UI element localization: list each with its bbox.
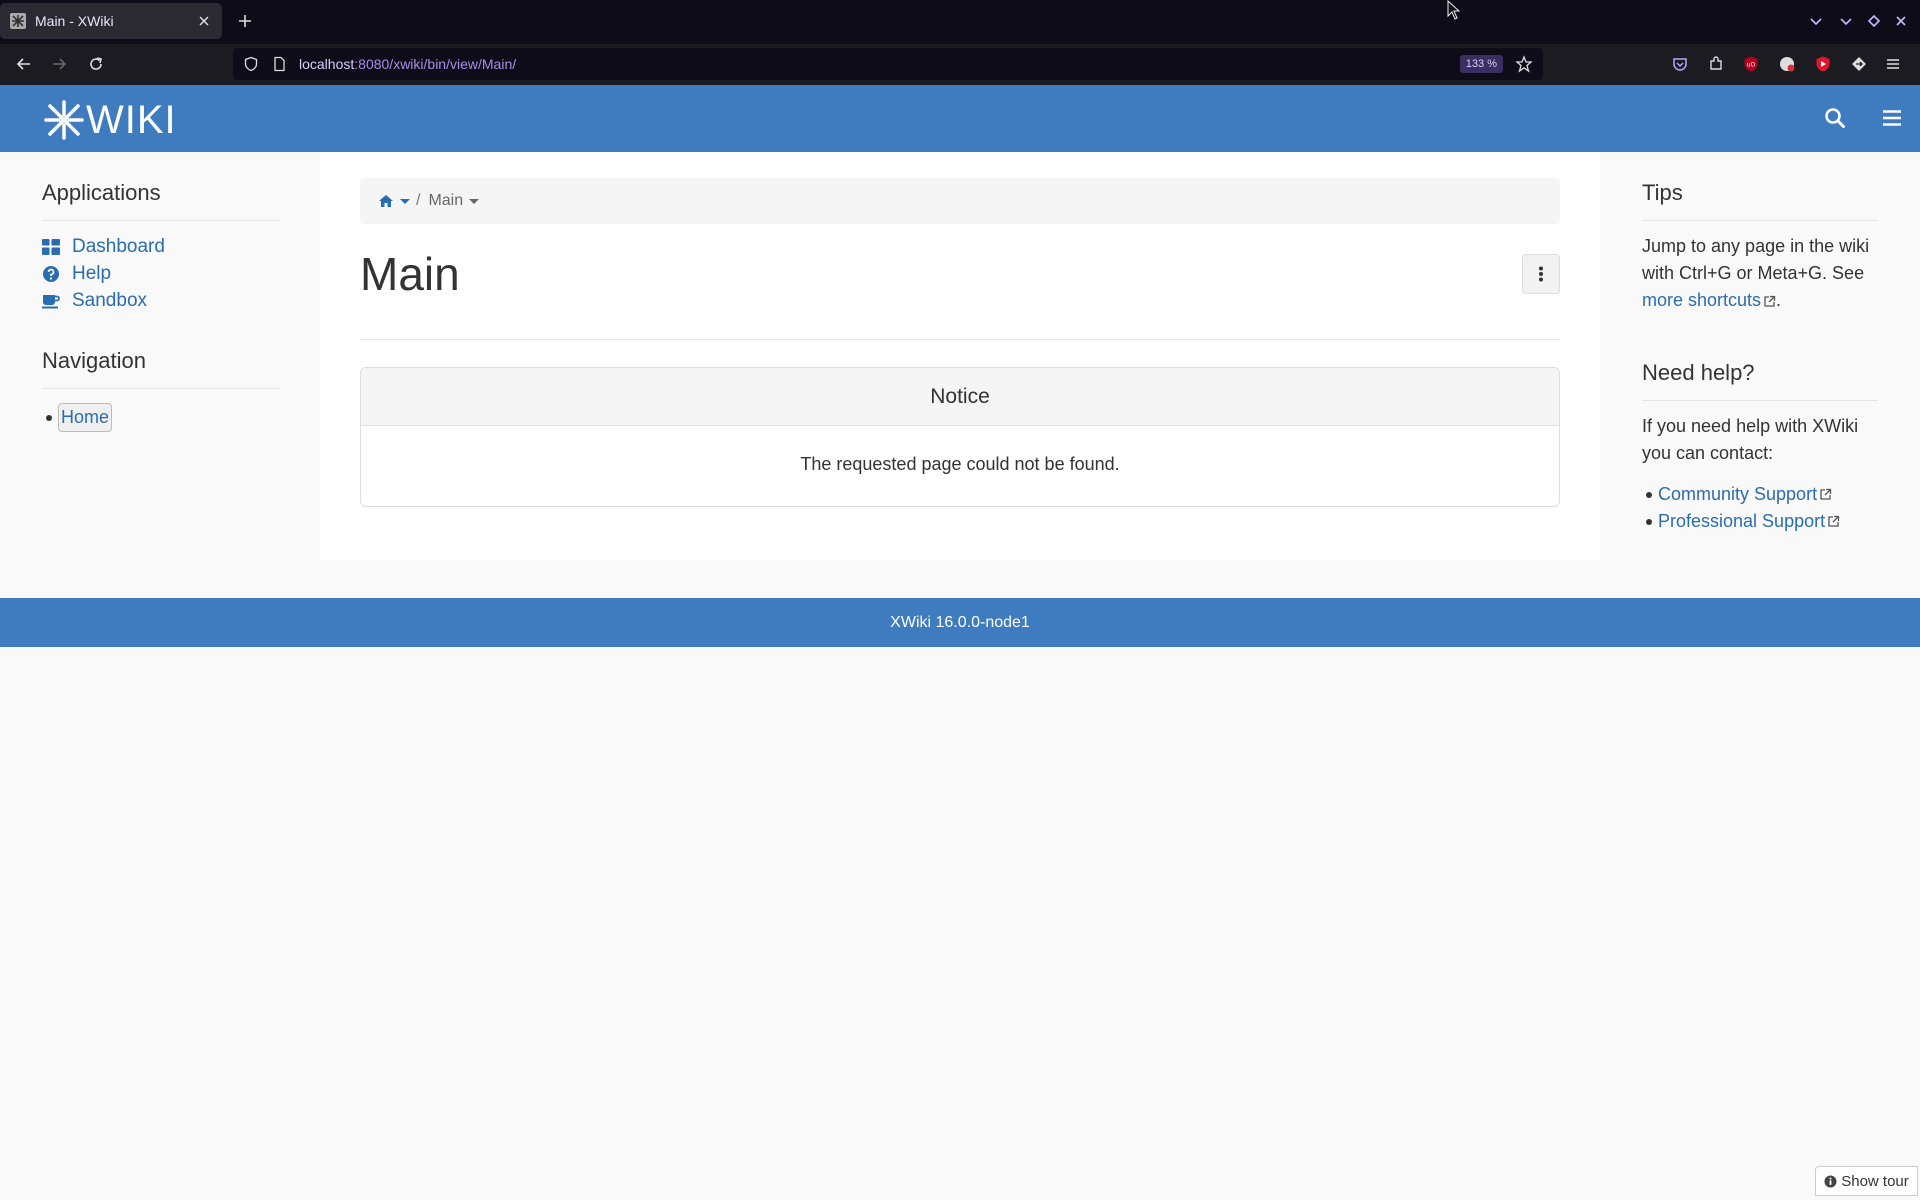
breadcrumb-separator: / [416, 192, 421, 209]
applications-list: Dashboard Help Sandbox [42, 221, 280, 314]
browser-tab-bar: Main - XWiki [0, 0, 1920, 44]
community-support-link[interactable]: Community Support [1658, 484, 1817, 505]
chevron-down-icon[interactable] [398, 194, 412, 208]
home-link[interactable]: Home [58, 403, 113, 432]
more-shortcuts-link[interactable]: more shortcuts [1642, 290, 1761, 310]
page-title: Main [360, 248, 460, 300]
tab-title: Main - XWiki [35, 13, 114, 29]
notice-message: The requested page could not be found. [800, 454, 1120, 474]
xwiki-logo[interactable]: WIKI [44, 97, 177, 142]
coffee-icon [42, 294, 60, 308]
xwiki-logo-icon [44, 100, 84, 140]
dashboard-link[interactable]: Dashboard [72, 236, 165, 258]
list-bullet [1646, 518, 1652, 525]
forward-arrow-icon[interactable] [49, 54, 69, 74]
chevron-down-icon[interactable] [467, 194, 481, 208]
breadcrumb-current[interactable]: Main [428, 192, 463, 210]
list-item: Community Support [1642, 481, 1878, 508]
help-link[interactable]: Help [72, 263, 111, 285]
vertical-ellipsis-icon [1539, 266, 1543, 282]
breadcrumb: / Main [360, 178, 1560, 224]
tips-text-end: . [1776, 290, 1782, 310]
notice-box: Notice The requested page could not be f… [360, 367, 1560, 507]
minimize-icon[interactable] [1838, 13, 1854, 29]
question-circle-icon [43, 265, 59, 282]
browser-navigation-bar: localhost:8080/xwiki/bin/view/Main/ 133 … [0, 44, 1920, 85]
notice-title: Notice [361, 368, 1559, 426]
page-info-icon[interactable] [271, 56, 287, 72]
xwiki-top-bar: WIKI [0, 85, 1920, 152]
left-panels: Applications Dashboard Help Sandbox Navi… [42, 152, 280, 432]
search-icon[interactable] [1824, 107, 1846, 129]
home-icon[interactable] [378, 194, 394, 208]
browser-tab-active[interactable]: Main - XWiki [0, 3, 222, 39]
bookmark-star-icon[interactable] [1515, 55, 1533, 73]
pocket-icon[interactable] [1671, 55, 1689, 73]
main-content: / Main Main Notice The requested page co… [320, 152, 1600, 560]
navigation-item-home[interactable]: Home [42, 403, 280, 432]
new-tab-icon[interactable] [236, 12, 254, 30]
browser-menu-icon[interactable] [1884, 55, 1902, 73]
extension-globe-icon[interactable] [1778, 55, 1796, 73]
need-help-panel-title: Need help? [1642, 314, 1878, 401]
shield-icon[interactable] [243, 56, 259, 72]
tips-panel-body: Jump to any page in the wiki with Ctrl+G… [1642, 221, 1878, 314]
more-actions-button[interactable] [1522, 254, 1560, 294]
footer: XWiki 16.0.0-node1 [0, 598, 1920, 647]
mouse-cursor-icon [1447, 0, 1461, 20]
applications-item-help[interactable]: Help [42, 260, 280, 287]
show-tour-button[interactable]: Show tour [1815, 1166, 1918, 1196]
extensions-puzzle-icon[interactable] [1707, 55, 1725, 73]
info-circle-icon [1824, 1175, 1837, 1187]
help-links-list: Community Support Professional Support [1642, 481, 1878, 535]
list-all-tabs-icon[interactable] [1808, 13, 1824, 29]
dashboard-icon [42, 238, 60, 255]
applications-item-sandbox[interactable]: Sandbox [42, 287, 280, 314]
tips-text: Jump to any page in the wiki with Ctrl+G… [1642, 236, 1870, 283]
external-link-icon [1764, 295, 1776, 307]
show-tour-label: Show tour [1841, 1172, 1909, 1190]
external-link-icon [1820, 488, 1832, 500]
applications-item-dashboard[interactable]: Dashboard [42, 233, 280, 260]
youtube-extension-icon[interactable] [1814, 55, 1832, 73]
professional-support-link[interactable]: Professional Support [1658, 511, 1825, 532]
tree-bullet [46, 414, 52, 421]
external-link-icon [1828, 515, 1840, 527]
hamburger-menu-icon[interactable] [1881, 107, 1903, 129]
list-bullet [1646, 491, 1652, 498]
zoom-level-badge[interactable]: 133 % [1459, 55, 1503, 73]
title-divider [360, 339, 1560, 340]
reload-icon[interactable] [86, 54, 106, 74]
applications-panel-title: Applications [42, 152, 280, 221]
xwiki-logo-text: WIKI [86, 97, 177, 142]
navigation-tree: Home [42, 389, 280, 432]
ublock-origin-icon[interactable]: uO [1742, 55, 1760, 73]
url-text[interactable]: localhost:8080/xwiki/bin/view/Main/ [299, 56, 1460, 72]
back-arrow-icon[interactable] [14, 54, 34, 74]
version-text: XWiki 16.0.0-node1 [890, 613, 1030, 631]
close-window-icon[interactable] [1893, 13, 1909, 29]
maximize-icon[interactable] [1866, 13, 1882, 29]
right-panels: Tips Jump to any page in the wiki with C… [1642, 152, 1878, 535]
extension-arrow-icon[interactable] [1850, 55, 1868, 73]
url-bar[interactable]: localhost:8080/xwiki/bin/view/Main/ 133 … [233, 48, 1543, 80]
list-item: Professional Support [1642, 508, 1878, 535]
navigation-panel-title: Navigation [42, 314, 280, 389]
xwiki-favicon-icon [10, 13, 26, 29]
sandbox-link[interactable]: Sandbox [72, 290, 147, 312]
svg-text:uO: uO [1747, 62, 1756, 69]
tips-panel-title: Tips [1642, 152, 1878, 221]
close-tab-icon[interactable] [196, 13, 212, 29]
need-help-text: If you need help with XWiki you can cont… [1642, 416, 1859, 463]
